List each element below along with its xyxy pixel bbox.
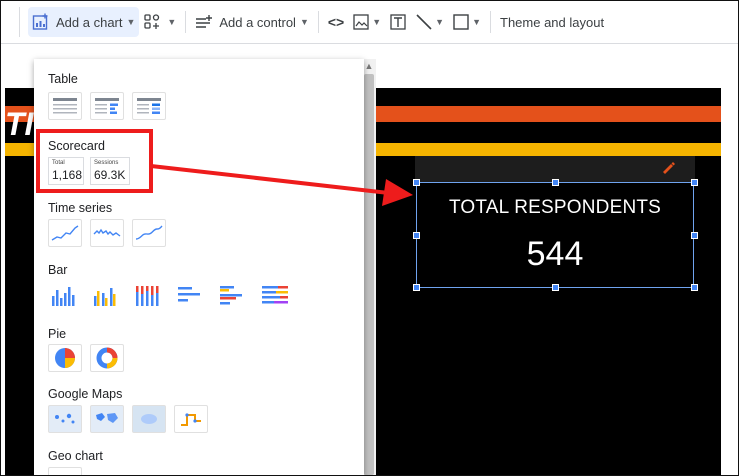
theme-and-layout-label: Theme and layout — [500, 14, 605, 30]
chart-option-grouped-column[interactable] — [90, 281, 124, 309]
chevron-down-icon: ▼ — [435, 17, 445, 27]
chart-option-grouped-bar[interactable] — [216, 281, 250, 309]
section-label-time-series: Time series — [48, 201, 113, 215]
scorecard-total-respondents[interactable]: TOTAL RESPONDENTS 544 — [416, 182, 694, 288]
add-community-viz-button[interactable]: ▼ — [139, 7, 180, 37]
chart-option-table[interactable] — [48, 92, 82, 120]
scorecard-metric-label: TOTAL RESPONDENTS — [448, 197, 662, 218]
scroll-up-arrow-icon[interactable]: ▲ — [363, 61, 375, 71]
chart-option-pie[interactable] — [48, 344, 82, 372]
toolbar-divider — [490, 11, 491, 33]
add-chart-button[interactable]: Add a chart ▼ — [28, 7, 140, 37]
chevron-down-icon: ▼ — [472, 17, 481, 27]
toolbar-divider — [185, 11, 187, 33]
text-box-icon — [390, 14, 406, 30]
chart-option-bar[interactable] — [174, 281, 208, 309]
report-title-fragment: TI — [5, 106, 34, 142]
add-control-button[interactable]: Add a control ▼ — [191, 7, 313, 37]
heatmap-map-icon — [141, 414, 157, 424]
line-map-icon — [181, 413, 201, 426]
chart-option-table-with-bars[interactable] — [90, 92, 124, 120]
editor-toolbar: Add a chart ▼ ▼ Add a control ▼ <> ▼ ▼ ▼… — [1, 1, 738, 44]
section-label-pie: Pie — [48, 327, 67, 341]
resize-handle-right[interactable] — [691, 232, 698, 239]
chart-option-stacked-column[interactable] — [132, 281, 166, 309]
add-chart-menu: Table Scorecard Total 1,168 Sessions 69.… — [34, 59, 364, 475]
code-brackets-icon: <> — [327, 14, 345, 30]
chevron-down-icon: ▼ — [126, 17, 136, 27]
resize-handle-top[interactable] — [552, 179, 559, 186]
resize-handle-left[interactable] — [413, 232, 420, 239]
chart-option-line-map[interactable] — [174, 405, 208, 433]
chart-option-filled-map[interactable] — [90, 405, 124, 433]
chevron-down-icon: ▼ — [167, 17, 177, 27]
time-series-icon — [51, 225, 79, 241]
insert-image-button[interactable]: ▼ — [348, 7, 385, 37]
edit-pencil-icon[interactable] — [661, 160, 675, 174]
chart-option-donut[interactable] — [90, 344, 124, 372]
chart-option-stacked-bar[interactable] — [258, 281, 292, 309]
scorecard-metric-value: 544 — [526, 235, 584, 273]
table-heatmap-icon — [137, 98, 161, 114]
rectangle-shape-icon — [453, 14, 469, 30]
chart-option-sparkline[interactable] — [90, 219, 124, 247]
resize-handle-top-right[interactable] — [691, 179, 698, 186]
section-label-bar: Bar — [48, 263, 68, 277]
pie-chart-icon — [55, 348, 75, 368]
add-control-label: Add a control — [219, 14, 296, 30]
theme-and-layout-button[interactable]: Theme and layout — [496, 7, 608, 37]
section-label-geo-chart: Geo chart — [48, 449, 103, 463]
stacked-bar-icon — [262, 286, 288, 304]
image-icon — [353, 14, 369, 30]
chevron-down-icon: ▼ — [372, 17, 382, 27]
insert-text-button[interactable] — [385, 7, 411, 37]
grouped-bar-icon — [220, 286, 242, 305]
smoothed-line-icon — [135, 225, 163, 240]
bubble-map-icon — [55, 413, 75, 424]
donut-chart-icon — [96, 347, 118, 369]
add-chart-icon — [32, 13, 48, 30]
resize-handle-bottom-left[interactable] — [413, 284, 420, 291]
resize-handle-bottom-right[interactable] — [691, 284, 698, 291]
column-chart-icon — [52, 287, 75, 306]
community-viz-icon — [144, 14, 160, 29]
toolbar-left-edge — [1, 7, 20, 37]
insert-shape-button[interactable]: ▼ — [448, 7, 485, 37]
screenshot-frame: Add a chart ▼ ▼ Add a control ▼ <> ▼ ▼ ▼… — [0, 0, 739, 476]
chart-option-bubble-map[interactable] — [48, 405, 82, 433]
panel-scrollbar-thumb[interactable] — [364, 74, 374, 475]
embed-code-button[interactable]: <> — [324, 7, 348, 37]
sparkline-icon — [93, 228, 121, 237]
table-icon — [53, 98, 77, 114]
section-label-table: Table — [48, 72, 78, 86]
chart-option-smoothed-time-series[interactable] — [132, 219, 166, 247]
toolbar-divider — [317, 11, 319, 33]
resize-handle-bottom[interactable] — [552, 284, 559, 291]
chart-option-table-heatmap[interactable] — [132, 92, 166, 120]
insert-line-button[interactable]: ▼ — [411, 7, 448, 37]
chart-option-column[interactable] — [48, 281, 82, 309]
bar-chart-icon — [178, 287, 200, 302]
add-chart-label: Add a chart — [56, 14, 123, 30]
annotation-highlight-box — [36, 129, 153, 193]
resize-handle-top-left[interactable] — [413, 179, 420, 186]
table-bars-icon — [95, 98, 119, 114]
chart-option-geo-chart[interactable] — [48, 467, 82, 475]
grouped-column-icon — [94, 288, 116, 306]
chevron-down-icon: ▼ — [299, 17, 309, 27]
line-icon — [416, 14, 432, 30]
section-label-google-maps: Google Maps — [48, 387, 123, 401]
chart-option-time-series[interactable] — [48, 219, 82, 247]
stacked-column-icon — [136, 286, 159, 306]
add-control-icon — [196, 15, 213, 28]
chart-option-heatmap-map[interactable] — [132, 405, 166, 433]
filled-map-icon — [96, 413, 118, 423]
